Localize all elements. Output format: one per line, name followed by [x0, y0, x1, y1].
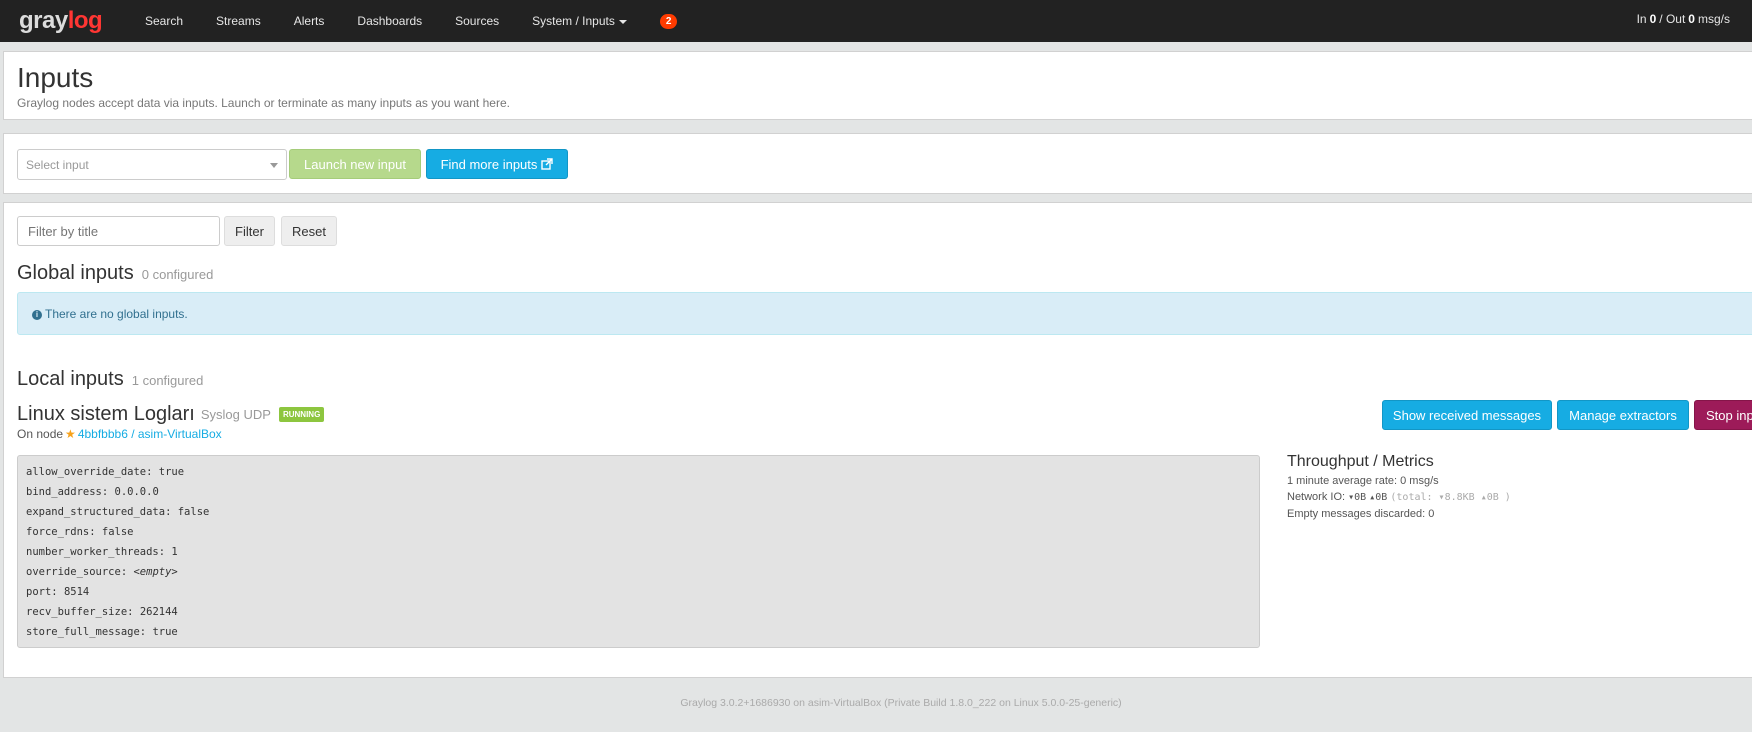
- chevron-down-icon: [270, 163, 278, 168]
- footer-version: Graylog 3.0.2+1686930 on asim-VirtualBox…: [680, 697, 1122, 709]
- no-global-inputs-alert: i There are no global inputs.: [17, 292, 1752, 335]
- manage-extractors-button[interactable]: Manage extractors: [1557, 400, 1689, 430]
- filter-by-title-input[interactable]: [17, 216, 220, 246]
- config-line: number_worker_threads: 1: [26, 546, 178, 558]
- messages-discarded: Empty messages discarded: 0: [1287, 508, 1435, 520]
- global-inputs-heading: Global inputs 0 configured: [17, 262, 214, 284]
- external-link-icon: [541, 158, 554, 170]
- input-node-info: On node ★ 4bbfbbb6 / asim-VirtualBox: [17, 427, 222, 441]
- reset-button[interactable]: Reset: [281, 216, 337, 246]
- notification-badge[interactable]: 2: [659, 13, 678, 29]
- chevron-down-icon: [618, 19, 627, 24]
- local-inputs-heading: Local inputs 1 configured: [17, 368, 204, 390]
- filter-button[interactable]: Filter: [224, 216, 275, 246]
- config-line: force_rdns: false: [26, 526, 134, 538]
- nav-streams[interactable]: Streams: [216, 14, 261, 28]
- show-received-messages-button[interactable]: Show received messages: [1382, 400, 1552, 430]
- avg-rate: 1 minute average rate: 0 msg/s: [1287, 475, 1439, 487]
- config-line: recv_buffer_size: 262144: [26, 606, 178, 618]
- status-badge: RUNNING: [278, 407, 325, 422]
- page-title: Inputs: [17, 62, 94, 93]
- config-line: allow_override_date: true: [26, 466, 185, 478]
- find-more-inputs-button[interactable]: Find more inputs: [426, 149, 568, 179]
- config-line: port: 8514: [26, 586, 90, 598]
- nav-dashboards[interactable]: Dashboards: [357, 14, 422, 28]
- info-icon: i: [32, 309, 42, 320]
- page-header-panel: Inputs Graylog nodes accept data via inp…: [3, 51, 1752, 120]
- launch-new-input-button[interactable]: Launch new input: [289, 149, 421, 179]
- inputs-list-panel: Filter Reset Global inputs0 configured i…: [3, 202, 1752, 678]
- nav-links: Search Streams Alerts Dashboards Sources…: [145, 0, 678, 42]
- graylog-logo[interactable]: graylog: [19, 7, 103, 35]
- input-type: Syslog UDP: [200, 407, 271, 422]
- input-configuration: allow_override_date: true bind_address: …: [17, 455, 1260, 648]
- network-io: Network IO: ▾0B ▴0B (total: ▾8.8KB ▴0B ): [1287, 491, 1511, 503]
- star-icon: ★: [65, 427, 76, 441]
- page-description: Graylog nodes accept data via inputs. La…: [17, 96, 510, 110]
- input-name: Linux sistem Logları: [17, 403, 195, 425]
- config-line: override_source: <empty>: [26, 566, 178, 578]
- nav-system-inputs[interactable]: System / Inputs: [532, 14, 627, 28]
- nav-search[interactable]: Search: [145, 14, 183, 28]
- node-link[interactable]: 4bbfbbb6 / asim-VirtualBox: [78, 427, 222, 441]
- throughput-metrics: Throughput / Metrics 1 minute average ra…: [1287, 453, 1511, 522]
- nav-sources[interactable]: Sources: [455, 14, 499, 28]
- stop-input-button[interactable]: Stop input: [1694, 400, 1752, 430]
- local-inputs-count: 1 configured: [131, 373, 204, 388]
- config-line: expand_structured_data: false: [26, 506, 210, 518]
- config-line: bind_address: 0.0.0.0: [26, 486, 159, 498]
- metrics-title: Throughput / Metrics: [1287, 453, 1434, 470]
- launch-input-panel: Select input Launch new input Find more …: [3, 133, 1752, 194]
- global-inputs-count: 0 configured: [141, 267, 214, 282]
- top-navbar: graylog Search Streams Alerts Dashboards…: [0, 0, 1752, 42]
- input-type-select[interactable]: Select input: [17, 149, 287, 180]
- input-title: Linux sistem Logları Syslog UDP RUNNING: [17, 403, 325, 426]
- nav-alerts[interactable]: Alerts: [294, 14, 325, 28]
- config-line: store_full_message: true: [26, 626, 178, 638]
- throughput-indicator: In 0 / Out 0 msg/s: [1636, 12, 1730, 26]
